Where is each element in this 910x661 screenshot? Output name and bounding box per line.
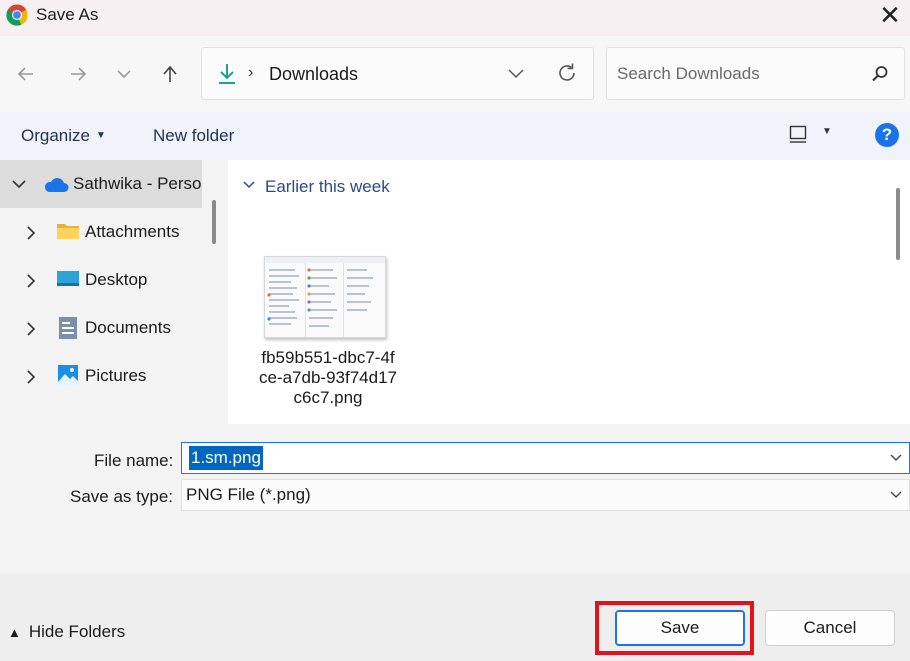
download-icon: [219, 64, 235, 84]
chevron-right-icon[interactable]: [25, 225, 37, 241]
new-folder-label: New folder: [153, 126, 235, 145]
breadcrumb-separator: ›: [248, 64, 254, 81]
title-bar: Save As ✕: [0, 0, 910, 36]
sidebar-item-attachments[interactable]: Attachments: [0, 208, 202, 256]
file-list-scrollbar[interactable]: [896, 188, 900, 260]
save-button[interactable]: Save: [615, 610, 745, 646]
back-button[interactable]: [12, 60, 40, 88]
view-dropdown-icon[interactable]: ▼: [822, 126, 832, 137]
documents-icon: [59, 317, 77, 339]
up-button[interactable]: [156, 60, 184, 88]
sidebar-item-desktop[interactable]: Desktop: [0, 256, 202, 304]
help-icon: ?: [881, 125, 893, 144]
chevron-down-icon[interactable]: [889, 488, 903, 502]
window-title: Save As: [36, 5, 99, 24]
chrome-icon: [6, 4, 28, 26]
navigation-pane: Sathwika - Perso Attachments Desktop Doc…: [0, 160, 228, 424]
hide-folders-label: Hide Folders: [28, 622, 126, 641]
folder-icon: [57, 224, 79, 239]
screenshot-preview: [265, 257, 385, 337]
chevron-down-icon[interactable]: [11, 177, 27, 191]
file-name-combobox[interactable]: 1.sm.png: [181, 442, 910, 474]
address-dropdown-icon[interactable]: [507, 64, 525, 82]
new-folder-button[interactable]: New folder: [153, 126, 234, 146]
arrow-left-icon: [17, 67, 33, 81]
caret-down-icon: ▼: [95, 130, 106, 141]
cancel-button[interactable]: Cancel: [765, 610, 895, 646]
help-button[interactable]: ?: [875, 123, 899, 147]
sidebar-item-onedrive[interactable]: Sathwika - Perso: [0, 160, 202, 208]
organize-label: Organize: [21, 126, 90, 145]
arrow-right-icon: [71, 67, 87, 81]
close-icon: ✕: [879, 0, 901, 30]
group-header-earlier-this-week[interactable]: Earlier this week: [265, 177, 390, 197]
chevron-down-icon: [117, 70, 131, 79]
save-type-field-label: Save as type:: [70, 487, 174, 506]
forward-button[interactable]: [64, 60, 92, 88]
refresh-icon[interactable]: [555, 61, 579, 85]
chevron-right-icon[interactable]: [25, 273, 37, 289]
chevron-down-icon[interactable]: [889, 451, 903, 465]
arrow-up-icon: [163, 65, 177, 82]
sidebar-scrollbar[interactable]: [212, 200, 216, 244]
chevron-right-icon[interactable]: [25, 321, 37, 337]
save-type-select[interactable]: PNG File (*.png): [181, 479, 910, 511]
file-list: Earlier this week fb59b551-dbc7-4fce-a7d…: [228, 160, 910, 424]
sidebar-label-pictures: Pictures: [85, 366, 147, 385]
chevron-down-icon[interactable]: [242, 179, 256, 191]
save-type-value: PNG File (*.png): [186, 485, 311, 504]
sidebar-label-documents: Documents: [85, 318, 171, 337]
close-button[interactable]: ✕: [870, 0, 910, 30]
file-item[interactable]: fb59b551-dbc7-4fce-a7db-93f74d17c6c7.png: [258, 256, 398, 424]
sidebar-item-documents[interactable]: Documents: [0, 304, 202, 352]
caret-up-icon: ▲: [8, 625, 21, 640]
save-form: File name: 1.sm.png Save as type: PNG Fi…: [0, 424, 910, 574]
sidebar-label-attachments: Attachments: [85, 222, 180, 241]
sidebar-item-pictures[interactable]: Pictures: [0, 352, 202, 400]
view-options-icon[interactable]: [788, 124, 808, 146]
chevron-right-icon[interactable]: [25, 369, 37, 385]
search-box[interactable]: [606, 47, 905, 100]
desktop-icon: [57, 271, 79, 286]
file-name-label: fb59b551-dbc7-4fce-a7db-93f74d17c6c7.png: [258, 348, 397, 407]
hide-folders-button[interactable]: ▲ Hide Folders: [8, 622, 125, 642]
dialog-footer: ▲ Hide Folders Save Cancel: [0, 574, 910, 661]
sidebar-label-onedrive: Sathwika - Perso: [73, 174, 202, 193]
recent-locations-button[interactable]: [110, 60, 138, 88]
navigation-bar: › Downloads: [0, 36, 910, 112]
onedrive-cloud-icon: [44, 178, 69, 192]
organize-button[interactable]: Organize ▼: [21, 126, 106, 146]
file-name-field-label: File name:: [94, 451, 174, 470]
pictures-icon: [58, 365, 78, 385]
search-input[interactable]: [617, 62, 857, 86]
breadcrumb-downloads[interactable]: Downloads: [269, 64, 358, 85]
file-name-field[interactable]: 1.sm.png: [189, 446, 263, 470]
address-bar[interactable]: › Downloads: [201, 47, 594, 100]
search-icon[interactable]: [870, 64, 890, 84]
image-thumbnail: [264, 256, 386, 338]
sidebar-label-desktop: Desktop: [85, 270, 148, 289]
command-bar: Organize ▼ New folder ▼: [0, 112, 910, 159]
